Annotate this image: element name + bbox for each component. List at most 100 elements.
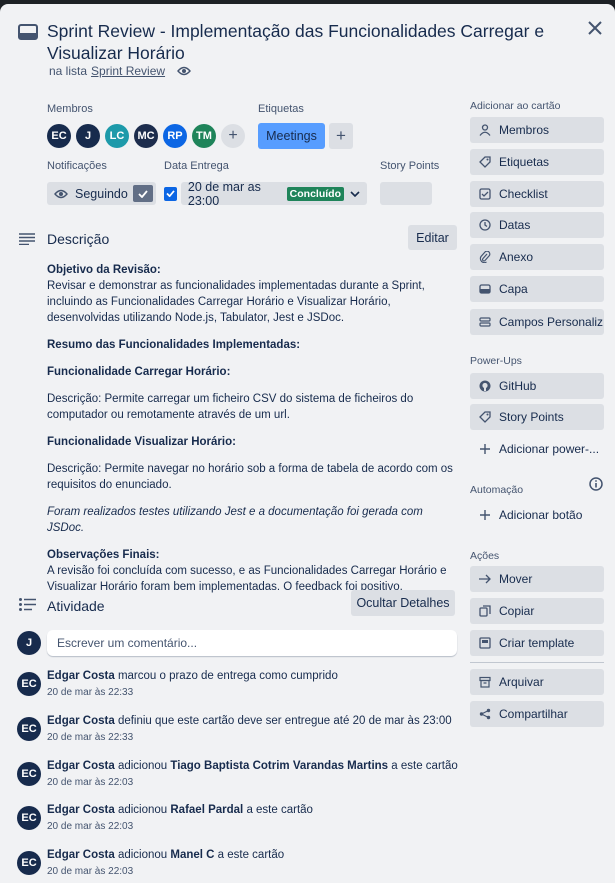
sidebar-button-label: Campos Personaliz...: [499, 315, 604, 329]
list-link[interactable]: Sprint Review: [91, 64, 165, 78]
activity-item: Edgar Costa adicionou Rafael Pardal a es…: [47, 804, 313, 832]
activity-avatar[interactable]: EC: [17, 806, 41, 830]
activity-item: Edgar Costa adicionou Manel C a este car…: [47, 849, 284, 877]
member-avatar[interactable]: RP: [163, 124, 187, 148]
sidebar-button-label: Membros: [499, 123, 550, 137]
due-date-row: 20 de mar as 23:00 Concluído: [164, 179, 367, 208]
due-date-label: Data Entrega: [164, 160, 229, 172]
due-date-button[interactable]: 20 de mar as 23:00 Concluído: [180, 179, 367, 208]
activity-timestamp[interactable]: 20 de mar às 22:03: [47, 777, 458, 788]
activity-avatar[interactable]: EC: [17, 717, 41, 741]
sidebar-button-paperclip[interactable]: Anexo: [470, 244, 604, 270]
sidebar-button-template[interactable]: Criar template: [470, 630, 604, 656]
sidebar-button-checklist[interactable]: Checklist: [470, 181, 604, 207]
sidebar-button-plus[interactable]: Adicionar power-...: [470, 436, 604, 462]
eye-icon[interactable]: [177, 66, 191, 76]
activity-action: definiu que este cartão deve ser entregu…: [114, 715, 452, 727]
plus-icon: [478, 508, 492, 522]
activity-tail: a este cartão: [214, 849, 285, 861]
activity-text: Edgar Costa adicionou Tiago Baptista Cot…: [47, 760, 458, 772]
add-label-button[interactable]: +: [329, 123, 353, 149]
current-user-avatar: J: [17, 631, 41, 655]
sidebar-button-label: Capa: [499, 282, 528, 296]
notifications-label: Notificações: [47, 160, 107, 172]
sidebar-button-github[interactable]: GitHub: [470, 373, 604, 399]
members-label: Membros: [47, 103, 93, 115]
paperclip-icon: [478, 250, 492, 264]
due-complete-checkbox[interactable]: [164, 186, 177, 201]
user-icon: [478, 123, 492, 137]
sidebar-button-custom-fields[interactable]: Campos Personaliz...: [470, 309, 604, 335]
activity-timestamp[interactable]: 20 de mar às 22:03: [47, 821, 313, 832]
activity-author[interactable]: Edgar Costa: [47, 849, 115, 861]
automation-label: Automação: [470, 484, 524, 496]
activity-avatar[interactable]: EC: [17, 672, 41, 696]
edit-description-button[interactable]: Editar: [408, 225, 457, 250]
comment-input[interactable]: Escrever um comentário...: [47, 630, 457, 656]
sidebar-button-label: Adicionar power-...: [499, 442, 600, 456]
sidebar-button-label: Story Points: [499, 410, 564, 424]
powerups-label: Power-Ups: [470, 355, 522, 367]
close-icon[interactable]: [585, 18, 605, 38]
member-avatar[interactable]: LC: [105, 124, 129, 148]
sidebar-button-archive[interactable]: Arquivar: [470, 669, 604, 695]
card-detail-dialog: Sprint Review - Implementação das Funcio…: [0, 4, 615, 883]
description-icon: [19, 232, 35, 250]
sidebar-button-arrow-right[interactable]: Mover: [470, 566, 604, 592]
add-member-button[interactable]: +: [221, 124, 245, 148]
activity-author[interactable]: Edgar Costa: [47, 670, 115, 682]
activity-author[interactable]: Edgar Costa: [47, 715, 115, 727]
activity-timestamp[interactable]: 20 de mar às 22:33: [47, 732, 452, 743]
add-automation-button[interactable]: Adicionar botão: [470, 502, 604, 528]
activity-target: Tiago Baptista Cotrim Varandas Martins: [170, 760, 389, 772]
check-icon: [133, 185, 153, 202]
activity-author[interactable]: Edgar Costa: [47, 804, 115, 816]
activity-timestamp[interactable]: 20 de mar às 22:33: [47, 687, 338, 698]
objective-text: Revisar e demonstrar as funcionalidades …: [47, 280, 425, 324]
add-automation-label: Adicionar botão: [499, 508, 583, 522]
share-icon: [478, 707, 492, 721]
custom-fields-icon: [478, 315, 492, 329]
sidebar-button-story-points[interactable]: Story Points: [470, 404, 604, 430]
actions-label: Ações: [470, 550, 500, 562]
label-chip-meetings[interactable]: Meetings: [258, 123, 325, 149]
labels-label: Etiquetas: [258, 103, 304, 115]
story-points-icon: [478, 410, 492, 424]
sidebar-button-copy[interactable]: Copiar: [470, 598, 604, 624]
activity-avatar[interactable]: EC: [17, 851, 41, 875]
info-icon[interactable]: [589, 477, 603, 496]
activity-author[interactable]: Edgar Costa: [47, 760, 115, 772]
member-avatar[interactable]: EC: [47, 124, 71, 148]
activity-action: adicionou: [114, 760, 171, 772]
activity-timestamp[interactable]: 20 de mar às 22:03: [47, 866, 284, 877]
story-points-field[interactable]: [380, 182, 432, 205]
due-date-value: 20 de mar as 23:00: [187, 179, 261, 208]
description-body[interactable]: Objetivo da Revisão: Revisar e demonstra…: [47, 262, 457, 595]
member-avatar[interactable]: TM: [192, 124, 216, 148]
plus-icon: [478, 442, 492, 456]
eye-icon: [54, 189, 68, 199]
template-icon: [478, 636, 492, 650]
sidebar-button-share[interactable]: Compartilhar: [470, 701, 604, 727]
card-title[interactable]: Sprint Review - Implementação das Funcio…: [47, 20, 557, 64]
sidebar-button-label: Arquivar: [499, 675, 544, 689]
activity-target: Rafael Pardal: [170, 804, 244, 816]
sidebar-button-user[interactable]: Membros: [470, 117, 604, 143]
sidebar-button-tag[interactable]: Etiquetas: [470, 149, 604, 175]
activity-item: Edgar Costa adicionou Tiago Baptista Cot…: [47, 760, 458, 788]
sidebar-button-label: Etiquetas: [499, 155, 550, 169]
activity-avatar[interactable]: EC: [17, 762, 41, 786]
sidebar-button-cover[interactable]: Capa: [470, 276, 604, 302]
list-reference: na lista Sprint Review: [49, 64, 191, 78]
tests-text: Foram realizados testes utilizando Jest …: [47, 506, 423, 534]
member-avatar[interactable]: J: [76, 124, 100, 148]
watch-button[interactable]: Seguindo: [47, 182, 156, 205]
member-avatar[interactable]: MC: [134, 124, 158, 148]
activity-text: Edgar Costa adicionou Rafael Pardal a es…: [47, 804, 313, 816]
activity-text: Edgar Costa definiu que este cartão deve…: [47, 715, 452, 727]
feature2-title: Funcionalidade Visualizar Horário:: [47, 436, 236, 448]
copy-icon: [478, 604, 492, 618]
archive-icon: [478, 675, 492, 689]
sidebar-button-clock[interactable]: Datas: [470, 212, 604, 238]
hide-details-button[interactable]: Ocultar Detalhes: [351, 590, 455, 616]
